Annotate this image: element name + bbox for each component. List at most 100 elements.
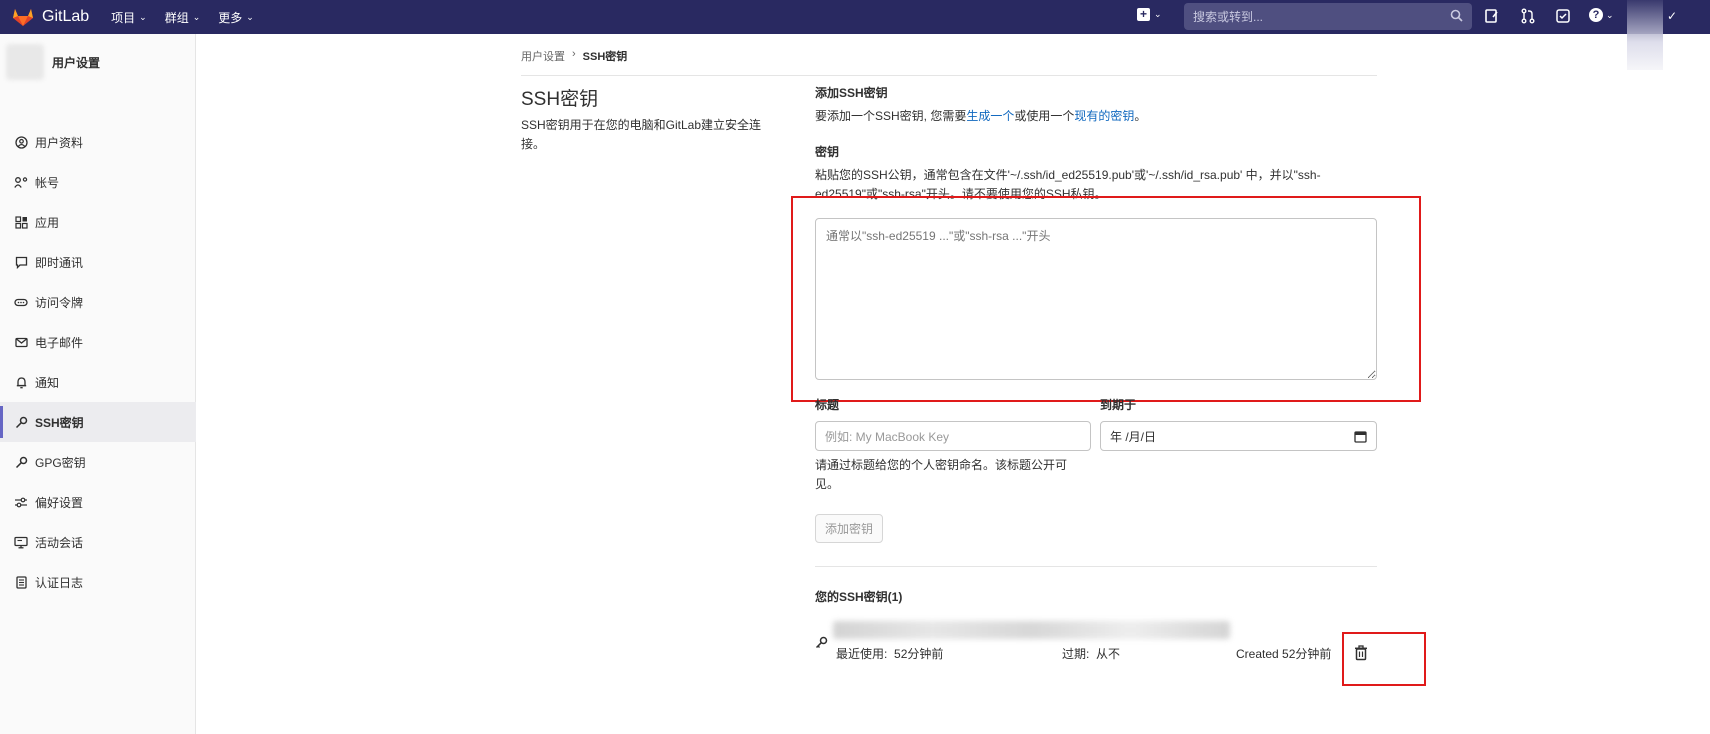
breadcrumb-parent[interactable]: 用户设置: [521, 48, 565, 64]
sidebar-header[interactable]: 用户设置: [0, 34, 196, 88]
divider: [521, 75, 1377, 76]
last-used: 最近使用: 52分钟前: [836, 645, 943, 662]
chat-icon: [14, 255, 28, 269]
preferences-icon: [14, 495, 28, 509]
sidebar-item[interactable]: SSH密钥: [0, 402, 196, 442]
menu-more-label: 更多: [218, 10, 243, 25]
sidebar-item[interactable]: 通知: [0, 362, 196, 402]
sidebar-item-label: 应用: [35, 215, 60, 230]
highlight-box: [1342, 632, 1426, 686]
calendar-icon[interactable]: [1354, 430, 1367, 443]
date-value: 年 /月/日: [1110, 429, 1157, 444]
last-used-label: 最近使用:: [836, 647, 888, 661]
sidebar-item-label: 电子邮件: [35, 335, 84, 350]
sidebar-item-label: 即时通讯: [35, 255, 84, 270]
search-placeholder: 搜索或转到...: [1193, 10, 1264, 24]
sidebar-item[interactable]: 应用: [0, 202, 196, 242]
help-dropdown[interactable]: ? ⌄: [1589, 8, 1614, 22]
add-key-title: 添加SSH密钥: [815, 86, 888, 100]
breadcrumb-separator: ›: [572, 48, 576, 60]
add-key-button[interactable]: 添加密钥: [815, 514, 884, 543]
sidebar-item[interactable]: 帐号: [0, 162, 196, 202]
main-menu: 项目 ⌄ 群组 ⌄ 更多 ⌄: [111, 9, 254, 26]
add-key-intro: 要添加一个SSH密钥, 您需要生成一个或使用一个现有的密钥。: [815, 107, 1146, 126]
sidebar-item-label: SSH密钥: [35, 415, 84, 430]
user-avatar[interactable]: [1627, 0, 1663, 70]
chevron-down-icon: ⌄: [192, 11, 201, 22]
chevron-down-icon: ⌄: [1154, 9, 1162, 19]
page-title: SSH密钥: [521, 89, 599, 110]
key-icon: [14, 455, 28, 469]
search-icon: [1450, 9, 1463, 22]
menu-more[interactable]: 更多 ⌄: [218, 9, 254, 26]
chevron-down-icon: ⌄: [1606, 9, 1614, 20]
intro-text: 要添加一个SSH密钥, 您需要: [815, 109, 967, 123]
sidebar-item-label: 活动会话: [35, 535, 84, 550]
sidebar-item[interactable]: 活动会话: [0, 522, 196, 562]
sidebar-item[interactable]: 访问令牌: [0, 282, 196, 322]
sidebar-item-label: 偏好设置: [35, 495, 84, 510]
existing-key-link[interactable]: 现有的密钥: [1074, 109, 1134, 123]
new-dropdown-button[interactable]: + ⌄: [1137, 8, 1162, 21]
sidebar-item[interactable]: 偏好设置: [0, 482, 196, 522]
log-icon: [14, 575, 28, 589]
settings-sidebar: 用户设置 用户资料帐号应用即时通讯访问令牌电子邮件通知 SSH密钥 GPG密钥偏好设…: [0, 34, 196, 734]
menu-projects-label: 项目: [111, 10, 136, 25]
your-keys-title: 您的SSH密钥(1): [815, 590, 903, 604]
page-description: SSH密钥用于在您的电脑和GitLab建立安全连接。: [521, 118, 762, 151]
expires-date-input[interactable]: 年 /月/日: [1100, 421, 1377, 451]
sidebar-item-label: 认证日志: [35, 575, 84, 590]
search-input[interactable]: 搜索或转到...: [1184, 3, 1472, 30]
breadcrumb-current[interactable]: SSH密钥: [583, 48, 628, 64]
gitlab-logo[interactable]: GitLab: [12, 7, 89, 27]
title-hint: 请通过标题给您的个人密钥命名。该标题公开可见。: [815, 458, 1068, 491]
sidebar-item[interactable]: GPG密钥: [0, 442, 196, 482]
expires-meta-value: 从不: [1096, 647, 1121, 661]
brand-name: GitLab: [42, 8, 90, 25]
monitor-icon: [14, 535, 28, 549]
gitlab-tanuki-icon: [13, 9, 33, 26]
intro-text: 。: [1134, 109, 1147, 123]
sidebar-item[interactable]: 认证日志: [0, 562, 196, 602]
applications-icon: [14, 215, 28, 229]
chevron-down-icon[interactable]: ✓: [1667, 9, 1677, 23]
account-icon: [14, 175, 28, 189]
key-icon: [815, 636, 828, 649]
created-time: Created 52分钟前: [1236, 647, 1332, 661]
intro-text: 或使用一个: [1014, 109, 1075, 123]
sidebar-item[interactable]: 即时通讯: [0, 242, 196, 282]
sidebar-title: 用户设置: [52, 56, 101, 70]
todo-icon[interactable]: [1555, 8, 1571, 24]
title-input[interactable]: 例如: My MacBook Key: [815, 421, 1091, 451]
bell-icon: [14, 375, 28, 389]
highlight-box: [791, 196, 1421, 402]
sidebar-item-label: 帐号: [35, 175, 60, 190]
breadcrumb: 用户设置 › SSH密钥: [521, 48, 627, 64]
generate-key-link[interactable]: 生成一个: [966, 109, 1014, 123]
email-icon: [14, 335, 28, 349]
issues-icon[interactable]: [1484, 8, 1500, 24]
merge-request-icon[interactable]: [1520, 8, 1536, 24]
sidebar-item-label: 用户资料: [35, 135, 84, 150]
last-used-value: 52分钟前: [894, 647, 944, 661]
chevron-down-icon: ⌄: [246, 11, 254, 22]
menu-projects[interactable]: 项目 ⌄: [111, 9, 147, 26]
title-label: 标题: [815, 398, 840, 412]
sidebar-item-label: GPG密钥: [35, 455, 86, 470]
key-icon: [14, 415, 28, 429]
menu-groups[interactable]: 群组 ⌄: [165, 9, 201, 26]
sidebar-item[interactable]: 电子邮件: [0, 322, 196, 362]
key-label: 密钥: [815, 145, 840, 159]
key-fingerprint[interactable]: [833, 621, 1230, 639]
sidebar-item[interactable]: 用户资料: [0, 122, 196, 162]
divider: [815, 566, 1377, 567]
top-navbar: GitLab 项目 ⌄ 群组 ⌄ 更多 ⌄ + ⌄ 搜索或转到... ? ⌄ ✓: [0, 0, 1710, 70]
sidebar-item-label: 访问令牌: [35, 295, 84, 310]
sidebar-item-label: 通知: [35, 375, 60, 390]
avatar: [6, 44, 44, 80]
expires-label: 到期于: [1100, 398, 1137, 412]
menu-groups-label: 群组: [164, 10, 189, 25]
token-icon: [14, 295, 28, 309]
chevron-down-icon: ⌄: [139, 11, 147, 22]
title-placeholder: 例如: My MacBook Key: [825, 429, 950, 444]
